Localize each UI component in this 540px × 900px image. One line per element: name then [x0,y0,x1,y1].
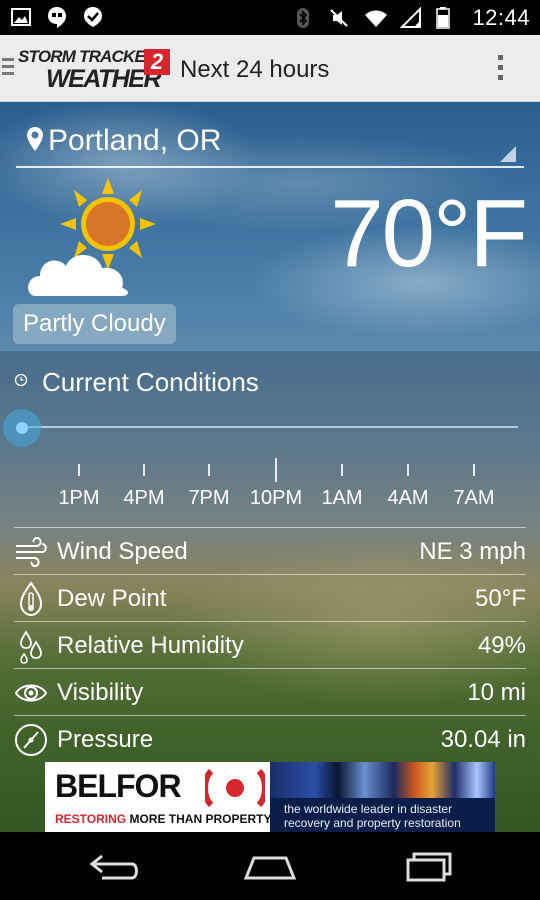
page-title: Next 24 hours [180,56,330,83]
app-logo[interactable]: STORM TRACKER WEATHER 2 [18,47,178,93]
status-bar: 12:44 [0,0,540,35]
timeline-slider-handle[interactable] [3,409,41,447]
eye-icon [14,684,48,702]
location-selector[interactable]: Portland, OR [16,116,524,168]
ad-banner[interactable]: BELFOR RESTORING MORE THAN PROPERTY the … [45,762,495,832]
detail-label: Wind Speed [57,538,188,565]
hangouts-icon [46,6,68,28]
conditions-title: Current Conditions [42,367,259,397]
condition-badge: Partly Cloudy [13,304,176,344]
detail-label: Pressure [57,726,154,753]
wind-icon [16,536,47,568]
overflow-menu-icon[interactable] [495,55,505,85]
dropdown-arrow-icon [500,146,516,162]
ad-tagline-rest: MORE THAN PROPERTY [126,812,272,826]
location-label: Portland, OR [48,124,222,157]
ad-brand-name: BELFOR [55,768,182,804]
location-pin-icon [27,127,43,151]
recent-apps-icon[interactable] [398,850,458,884]
back-icon[interactable] [82,850,142,884]
detail-row-visibility: Visibility 10 mi [14,668,526,715]
detail-row-dew-point: Dew Point 50°F [14,574,526,621]
ad-description: the worldwide leader in disaster recover… [284,802,461,830]
detail-value: 30.04 in [440,726,526,753]
timeline-tick [341,464,343,476]
ad-line1: the worldwide leader in disaster [284,802,453,816]
menu-icon[interactable] [2,58,14,78]
detail-label: Relative Humidity [57,632,244,659]
logo-number: 2 [144,49,170,75]
clock-icon [14,373,28,387]
ad-brand-panel: BELFOR RESTORING MORE THAN PROPERTY [45,762,271,832]
detail-value: NE 3 mph [419,538,526,565]
ad-image-panel: the worldwide leader in disaster recover… [270,762,495,832]
detail-row-wind-speed: Wind Speed NE 3 mph [14,527,526,574]
signal-icon [400,6,422,29]
ad-photo-strip [270,762,495,798]
belfor-logo-icon [205,769,265,807]
home-icon[interactable] [240,850,300,884]
check-shield-icon [82,6,104,28]
detail-value: 10 mi [467,679,526,706]
partly-cloudy-icon [28,178,156,296]
ad-tagline: RESTORING MORE THAN PROPERTY [55,812,271,826]
bluetooth-icon [292,7,314,29]
detail-value: 50°F [475,585,526,612]
ad-tagline-red: RESTORING [55,812,127,826]
navigation-bar [0,832,540,900]
timeline-tick [208,464,210,476]
image-icon [10,6,32,28]
battery-icon [436,7,458,29]
detail-row-pressure: Pressure 30.04 in [14,715,526,762]
timeline-tick [275,458,277,482]
detail-label: Visibility [57,679,144,706]
pressure-gauge-icon [15,724,47,756]
detail-label: Dew Point [57,585,167,612]
logo-line2: WEATHER [46,65,162,93]
humidity-icon [20,630,42,664]
app-bar: STORM TRACKER WEATHER 2 Next 24 hours [0,35,540,102]
timeline-slider-track[interactable] [24,426,518,428]
main-content: Portland, OR 70°F Partly Cloudy Current … [0,102,540,832]
mute-icon [328,7,350,29]
detail-value: 49% [477,632,526,659]
thermometer-icon [19,581,43,617]
detail-row-humidity: Relative Humidity 49% [14,621,526,668]
timeline-label[interactable]: 7AM [434,487,514,510]
current-temperature: 70°F [330,180,528,287]
timeline-tick [143,464,145,476]
timeline-tick [78,464,80,476]
wifi-icon [364,7,388,29]
timeline-tick [473,464,475,476]
logo-line1: STORM TRACKER [18,47,157,66]
ad-line2: recovery and property restoration [284,816,461,830]
timeline-tick [407,464,409,476]
clock-time: 12:44 [472,5,530,30]
